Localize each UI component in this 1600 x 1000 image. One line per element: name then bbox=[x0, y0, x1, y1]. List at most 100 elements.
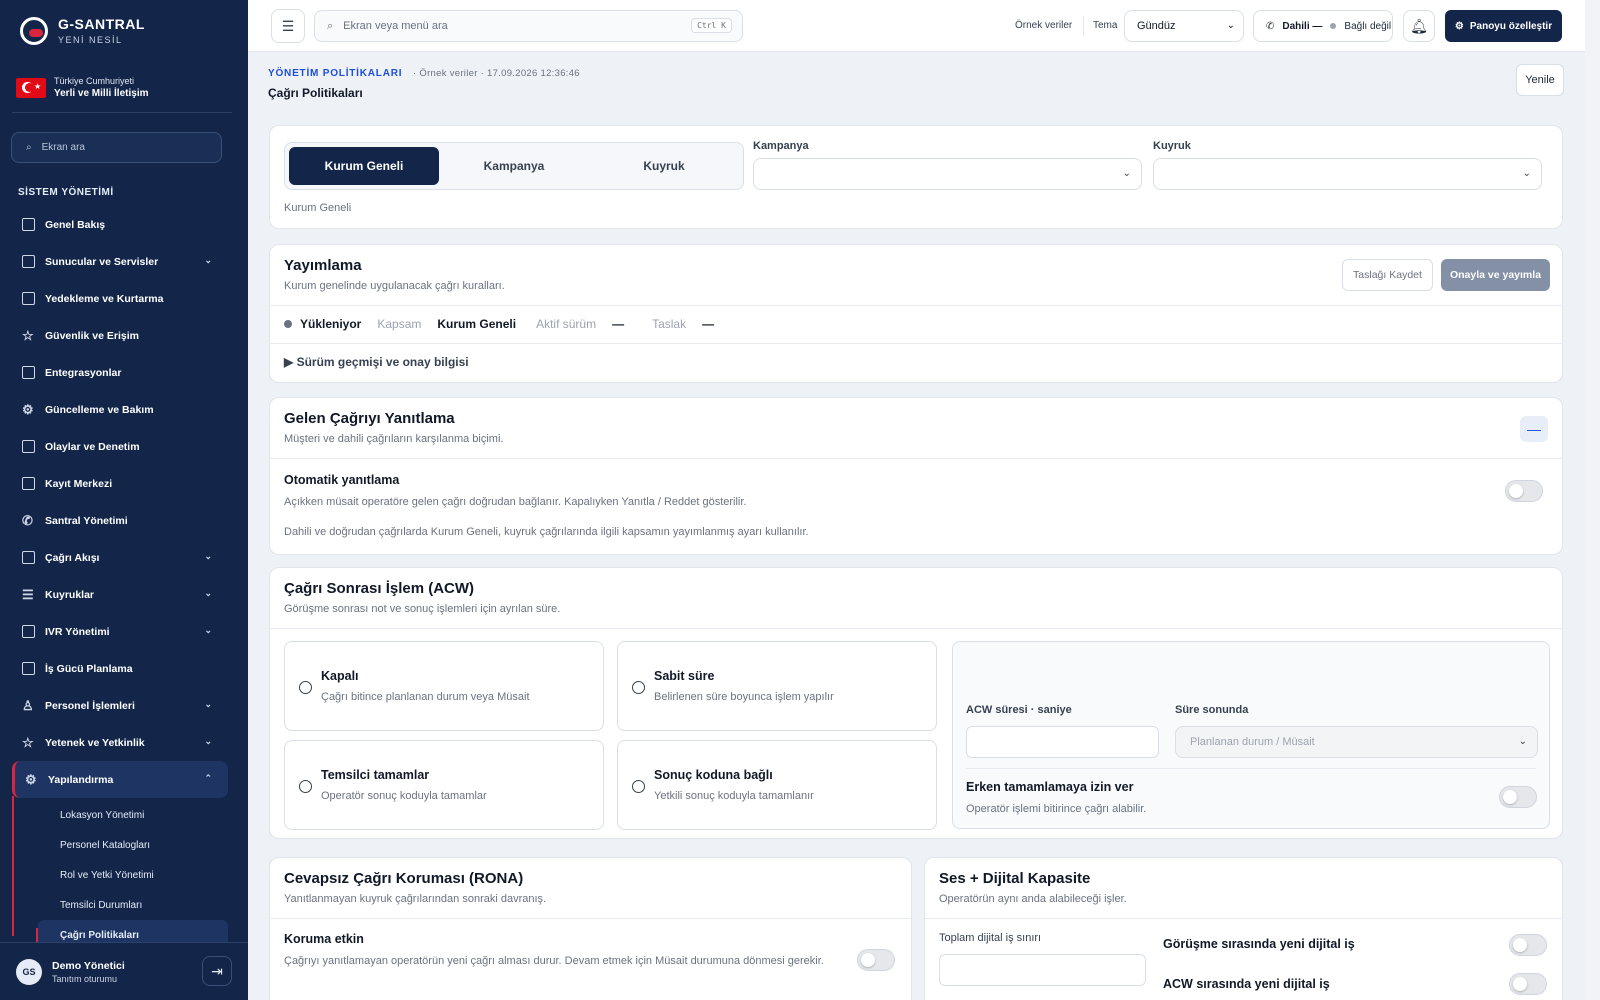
sidebar-item-santral[interactable]: ✆ Santral Yönetimi bbox=[12, 502, 228, 539]
option-title: Sabit süre bbox=[654, 669, 715, 683]
sidebar-item-personel[interactable]: ♙ Personel İşlemleri ⌄ bbox=[12, 687, 228, 724]
sidebar-item-yedekleme[interactable]: Yedekleme ve Kurtarma bbox=[12, 280, 228, 317]
during-acw-toggle[interactable] bbox=[1509, 973, 1547, 995]
scope-card: Kurum Geneli Kampanya Kuyruk Kampanya ⌄ … bbox=[269, 125, 1563, 229]
sidebar-item-cagri-akisi[interactable]: Çağrı Akışı ⌄ bbox=[12, 539, 228, 576]
sidebar-search-input[interactable]: ⌕ Ekran ara bbox=[11, 132, 222, 163]
customize-dashboard-button[interactable]: ⚙ Panoyu özelleştir bbox=[1445, 10, 1562, 42]
sidebar-subitem-rol-yetki[interactable]: Rol ve Yetki Yönetimi bbox=[12, 860, 228, 890]
sidebar-item-label: Güncelleme ve Bakım bbox=[45, 403, 154, 416]
bell-icon: 🔔︎ bbox=[1410, 17, 1428, 34]
sidebar-item-yetenek[interactable]: ☆ Yetenek ve Yetkinlik ⌄ bbox=[12, 724, 228, 761]
acw-duration-input[interactable] bbox=[966, 726, 1159, 758]
acw-title: Çağrı Sonrası İşlem (ACW) bbox=[284, 580, 475, 597]
campaign-select[interactable]: ⌄ bbox=[753, 158, 1142, 190]
sidebar-item-label: Güvenlik ve Erişim bbox=[45, 329, 139, 342]
sidebar: G-SANTRAL YENİ NESİL ★ Türkiye Cumhuriye… bbox=[0, 0, 248, 1000]
divider bbox=[270, 628, 1562, 629]
sidebar-item-yapilandirma[interactable]: ⚙ Yapılandırma ⌃ bbox=[12, 761, 228, 798]
sidebar-item-entegrasyonlar[interactable]: Entegrasyonlar bbox=[12, 354, 228, 391]
avatar[interactable]: GS bbox=[16, 958, 42, 985]
shortcut-hint: Ctrl K bbox=[691, 18, 732, 33]
theme-select[interactable]: Gündüz ⌄ bbox=[1124, 10, 1244, 42]
incoming-note: Dahili ve doğrudan çağrılarda Kurum Gene… bbox=[284, 526, 809, 538]
sidebar-item-genel-bakis[interactable]: Genel Bakış bbox=[12, 206, 228, 243]
queue-label: Kuyruk bbox=[1153, 140, 1191, 152]
extension-status: Bağlı değil bbox=[1344, 20, 1392, 32]
chevron-up-icon: ⌃ bbox=[204, 773, 212, 783]
audit-icon bbox=[22, 440, 35, 453]
sidebar-item-label: Kuyruklar bbox=[45, 588, 95, 601]
acw-option-kapali[interactable]: Kapalı Çağrı bitince planlanan durum vey… bbox=[284, 641, 604, 731]
page-scrollbar[interactable] bbox=[1585, 0, 1600, 1000]
global-search-placeholder: Ekran veya menü ara bbox=[343, 20, 448, 32]
rona-card: Cevapsız Çağrı Koruması (RONA) Yanıtlanm… bbox=[269, 857, 912, 1000]
tab-kampanya[interactable]: Kampanya bbox=[439, 147, 589, 185]
load-status-text: Yükleniyor bbox=[300, 317, 362, 331]
menu-toggle-button[interactable]: ☰ bbox=[271, 9, 305, 43]
radio-icon bbox=[632, 780, 645, 793]
flow-icon bbox=[22, 551, 35, 564]
sidebar-item-ivr[interactable]: IVR Yönetimi ⌄ bbox=[12, 613, 228, 650]
customize-label: Panoyu özelleştir bbox=[1469, 20, 1553, 32]
sidebar-item-is-gucu[interactable]: İş Gücü Planlama bbox=[12, 650, 228, 687]
sidebar-item-kuyruklar[interactable]: ☰ Kuyruklar ⌄ bbox=[12, 576, 228, 613]
theme-label: Tema bbox=[1093, 20, 1118, 31]
divider bbox=[1083, 16, 1084, 36]
extension-status-button[interactable]: ✆ Dahili — Bağlı değil bbox=[1253, 10, 1393, 42]
logout-button[interactable]: ⇥ bbox=[202, 956, 232, 986]
divider bbox=[270, 343, 1562, 344]
protection-toggle[interactable] bbox=[857, 949, 895, 971]
notifications-button[interactable]: 🔔︎ bbox=[1403, 10, 1435, 42]
sidebar-search-placeholder: Ekran ara bbox=[41, 142, 85, 153]
queue-select[interactable]: ⌄ bbox=[1153, 158, 1542, 190]
sidebar-item-label: Sunucular ve Servisler bbox=[45, 255, 159, 268]
version-history-toggle[interactable]: ▶ Sürüm geçmişi ve onay bilgisi bbox=[284, 355, 469, 369]
divider bbox=[925, 918, 1562, 919]
acw-settings-panel: ACW süresi · saniye Süre sonunda Planlan… bbox=[952, 641, 1550, 829]
incoming-title: Gelen Çağrıyı Yanıtlama bbox=[284, 410, 455, 427]
save-draft-button[interactable]: Taslağı Kaydet bbox=[1342, 259, 1433, 291]
approve-publish-button[interactable]: Onayla ve yayımla bbox=[1441, 259, 1550, 291]
user-name: Demo Yönetici bbox=[52, 959, 125, 972]
sidebar-item-label: Yapılandırma bbox=[48, 773, 114, 786]
hamburger-icon: ☰ bbox=[281, 17, 295, 34]
early-complete-desc: Operatör işlemi bitirince çağrı alabilir… bbox=[966, 803, 1147, 815]
brand[interactable]: G-SANTRAL YENİ NESİL bbox=[20, 16, 145, 45]
tab-kurum-geneli[interactable]: Kurum Geneli bbox=[289, 147, 439, 185]
sidebar-subitem-lokasyon[interactable]: Lokasyon Yönetimi bbox=[12, 800, 228, 830]
option-desc: Yetkili sonuç koduyla tamamlanır bbox=[654, 790, 814, 802]
chevron-down-icon: ⌄ bbox=[1522, 168, 1531, 179]
sidebar-item-guvenlik[interactable]: ☆ Güvenlik ve Erişim bbox=[12, 317, 228, 354]
refresh-button[interactable]: Yenile bbox=[1516, 64, 1564, 96]
publish-status-row: Yükleniyor Kapsam Kurum Geneli Aktif sür… bbox=[284, 317, 714, 331]
radio-icon bbox=[299, 681, 312, 694]
early-complete-toggle[interactable] bbox=[1499, 786, 1537, 808]
auto-answer-toggle[interactable] bbox=[1505, 480, 1543, 502]
acw-card: Çağrı Sonrası İşlem (ACW) Görüşme sonras… bbox=[269, 567, 1563, 839]
integration-icon bbox=[22, 366, 35, 379]
acw-option-sabit-sure[interactable]: Sabit süre Belirlenen süre boyunca işlem… bbox=[617, 641, 937, 731]
sidebar-item-olaylar[interactable]: Olaylar ve Denetim bbox=[12, 428, 228, 465]
sidebar-item-kayit[interactable]: Kayıt Merkezi bbox=[12, 465, 228, 502]
scope-tabs: Kurum Geneli Kampanya Kuyruk bbox=[284, 142, 744, 190]
ivr-icon bbox=[22, 625, 35, 638]
sidebar-subitem-temsilci-durumlari[interactable]: Temsilci Durumları bbox=[12, 890, 228, 920]
during-call-toggle[interactable] bbox=[1509, 934, 1547, 956]
sidebar-subitem-personel-kataloglari[interactable]: Personel Katalogları bbox=[12, 830, 228, 860]
acw-option-temsilci[interactable]: Temsilci tamamlar Operatör sonuç koduyla… bbox=[284, 740, 604, 830]
incoming-desc: Müşteri ve dahili çağrıların karşılanma … bbox=[284, 433, 504, 445]
acw-option-sonuc-kodu[interactable]: Sonuç koduna bağlı Yetkili sonuç koduyla… bbox=[617, 740, 937, 830]
after-duration-select[interactable]: Planlanan durum / Müsait ⌄ bbox=[1175, 726, 1538, 758]
incoming-card: Gelen Çağrıyı Yanıtlama Müşteri ve dahil… bbox=[269, 397, 1563, 555]
tab-kuyruk[interactable]: Kuyruk bbox=[589, 147, 739, 185]
collapse-button[interactable]: — bbox=[1520, 416, 1548, 442]
current-scope-label: Kurum Geneli bbox=[284, 202, 352, 214]
option-title: Temsilci tamamlar bbox=[321, 768, 430, 782]
sidebar-item-label: Olaylar ve Denetim bbox=[45, 440, 140, 453]
digital-limit-input[interactable] bbox=[939, 954, 1146, 986]
flag-row: ★ Türkiye Cumhuriyeti Yerli ve Milli İle… bbox=[16, 76, 149, 99]
global-search-input[interactable]: ⌕ Ekran veya menü ara Ctrl K bbox=[314, 10, 743, 42]
sidebar-item-sunucular[interactable]: Sunucular ve Servisler ⌄ bbox=[12, 243, 228, 280]
sidebar-item-guncelleme[interactable]: ⚙ Güncelleme ve Bakım bbox=[12, 391, 228, 428]
